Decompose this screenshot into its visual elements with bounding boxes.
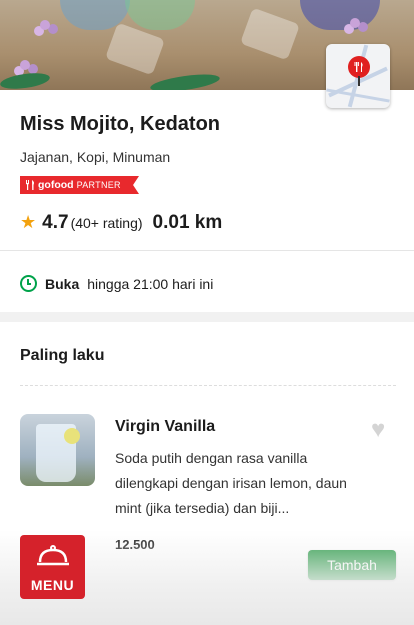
menu-button[interactable]: MENU [20, 535, 85, 599]
divider [20, 385, 396, 386]
rating-row: ★ 4.7 (40+ rating) 0.01 km [20, 212, 222, 234]
rating-value: 4.7 [42, 212, 69, 233]
hero-glass [125, 0, 195, 30]
star-icon: ★ [20, 212, 37, 232]
hero-ice [240, 7, 300, 61]
heart-icon[interactable]: ♥ [371, 418, 385, 442]
section-title: Paling laku [20, 347, 105, 364]
hero-leaf [0, 70, 51, 90]
open-status: Buka [45, 275, 80, 292]
item-price: 12.500 [115, 537, 155, 552]
rating-count: (40+ rating) [70, 215, 143, 231]
hero-flower [350, 18, 360, 28]
hero-ice [105, 22, 165, 76]
divider [0, 250, 414, 251]
map-thumbnail[interactable] [326, 44, 390, 108]
item-name[interactable]: Virgin Vanilla [115, 418, 215, 436]
add-button[interactable]: Tambah [308, 550, 396, 580]
gofood-partner-badge: gofood PARTNER [20, 176, 139, 194]
hours-text: hingga 21:00 hari ini [87, 275, 214, 292]
badge-brand: gofood [38, 179, 74, 191]
restaurant-info-card: Miss Mojito, Kedaton Jajanan, Kopi, Minu… [0, 90, 414, 312]
cloche-icon [37, 545, 69, 566]
menu-label: MENU [30, 577, 75, 593]
map-pin-icon [348, 56, 370, 78]
item-image[interactable] [20, 414, 95, 486]
distance: 0.01 km [152, 212, 223, 233]
restaurant-name: Miss Mojito, Kedaton [20, 113, 220, 135]
hero-glass [300, 0, 380, 30]
hero-flower [20, 60, 30, 70]
item-description: Soda putih dengan rasa vanilla dilengkap… [115, 450, 347, 516]
gofood-cutlery-icon [26, 180, 34, 190]
opening-hours: Buka hingga 21:00 hari ini [20, 275, 213, 292]
restaurant-categories: Jajanan, Kopi, Minuman [20, 149, 171, 165]
hero-leaf [149, 71, 221, 90]
hero-flower [40, 20, 50, 30]
clock-icon [20, 275, 37, 292]
badge-partner: PARTNER [76, 180, 121, 190]
